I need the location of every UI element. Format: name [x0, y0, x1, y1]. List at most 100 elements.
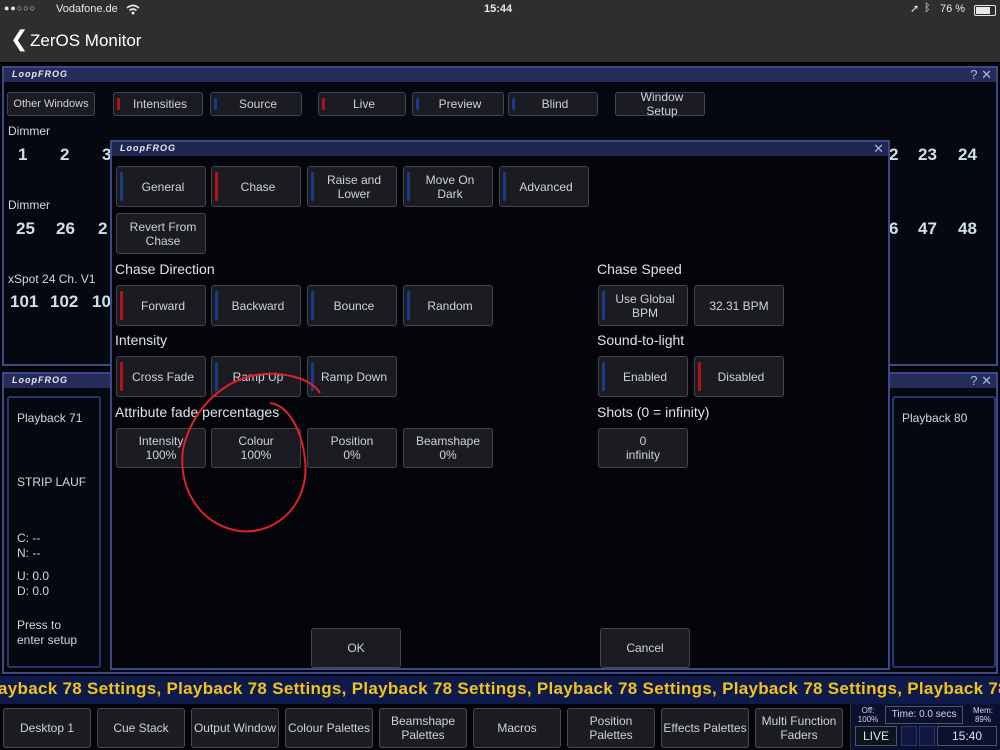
channel-cell[interactable]: 25 — [16, 219, 35, 239]
intensities-button[interactable]: Intensities — [113, 92, 203, 116]
shots-heading: Shots (0 = infinity) — [597, 404, 710, 420]
footer-status: Off: 100% Time: 0.0 secs Mem: 89% LIVE 15:… — [850, 704, 1000, 750]
direction-bounce-button[interactable]: Bounce — [307, 285, 397, 326]
playback-up-time: U: 0.0 — [17, 569, 50, 583]
carrier-label: Vodafone.de — [56, 3, 118, 15]
ok-button[interactable]: OK — [311, 628, 401, 668]
channel-cell[interactable]: 48 — [958, 219, 977, 239]
mem-indicator: Mem: 89% — [973, 706, 993, 724]
live-button[interactable]: Live — [318, 92, 406, 116]
revert-from-chase-button[interactable]: Revert From Chase — [116, 213, 206, 254]
other-windows-button[interactable]: Other Windows — [7, 92, 95, 116]
status-slot — [919, 726, 935, 746]
multi-function-faders-button[interactable]: Multi Function Faders — [755, 708, 843, 748]
channel-cell[interactable]: 6 — [889, 219, 898, 239]
blind-button[interactable]: Blind — [508, 92, 598, 116]
nav-title[interactable]: ZerOS Monitor — [30, 31, 141, 51]
wifi-icon — [126, 4, 140, 15]
cue-stack-button[interactable]: Cue Stack — [97, 708, 185, 748]
tab-general[interactable]: General — [116, 166, 206, 207]
loopfrog-logo: LoopFROG — [12, 69, 68, 79]
channel-cell[interactable]: 47 — [918, 219, 937, 239]
tab-chase[interactable]: Chase — [211, 166, 301, 207]
playback-hint: Press to — [17, 618, 62, 632]
source-button[interactable]: Source — [210, 92, 302, 116]
sound-disabled-button[interactable]: Disabled — [694, 356, 784, 397]
macros-button[interactable]: Macros — [473, 708, 561, 748]
live-indicator[interactable]: LIVE — [855, 726, 897, 746]
sound-enabled-button[interactable]: Enabled — [598, 356, 688, 397]
status-slot — [901, 726, 917, 746]
position-palettes-button[interactable]: Position Palettes — [567, 708, 655, 748]
tab-move-on-dark[interactable]: Move On Dark — [403, 166, 493, 207]
close-icon[interactable]: ✕ — [981, 373, 992, 388]
nav-bar: ❮ ZerOS Monitor — [0, 20, 1000, 62]
channel-cell[interactable]: 2 — [889, 145, 898, 165]
channel-cell[interactable]: 10 — [92, 292, 111, 312]
preview-button[interactable]: Preview — [412, 92, 504, 116]
close-icon[interactable]: ✕ — [981, 67, 992, 82]
channel-cell[interactable]: 23 — [918, 145, 937, 165]
channel-cell[interactable]: 2 — [98, 219, 107, 239]
main-window-titlebar: LoopFROG ? ✕ — [4, 67, 996, 83]
footer-clock: 15:40 — [937, 726, 997, 746]
channel-cell[interactable]: 26 — [56, 219, 75, 239]
output-window-button[interactable]: Output Window — [191, 708, 279, 748]
help-icon[interactable]: ? — [970, 67, 977, 82]
use-global-bpm-button[interactable]: Use Global BPM — [598, 285, 688, 326]
loopfrog-logo: LoopFROG — [120, 143, 176, 153]
intensity-heading: Intensity — [115, 332, 168, 348]
back-chevron-icon[interactable]: ❮ — [10, 26, 28, 52]
channel-cell[interactable]: 1 — [18, 145, 27, 165]
shots-field[interactable]: 0 infinity — [598, 428, 688, 468]
direction-forward-button[interactable]: Forward — [116, 285, 206, 326]
signal-icon: ●●○○○ — [4, 3, 37, 13]
cancel-button[interactable]: Cancel — [600, 628, 690, 668]
direction-backward-button[interactable]: Backward — [211, 285, 301, 326]
annotation-circle — [181, 372, 321, 533]
playback-hint: enter setup — [17, 633, 78, 647]
channel-cell[interactable]: 24 — [958, 145, 977, 165]
playback-panel-80[interactable] — [892, 396, 996, 668]
window-setup-button[interactable]: Window Setup — [615, 90, 705, 118]
tab-raise-and-lower[interactable]: Raise and Lower — [307, 166, 397, 207]
window-controls: ? ✕ — [970, 67, 992, 83]
dimmer-group-label: Dimmer — [8, 124, 50, 138]
channel-cell[interactable]: 2 — [60, 145, 69, 165]
beamshape-palettes-button[interactable]: Beamshape Palettes — [379, 708, 467, 748]
sound-to-light-heading: Sound-to-light — [597, 332, 685, 348]
bluetooth-icon: ᛒ — [924, 2, 931, 14]
status-time: 15:44 — [484, 3, 513, 15]
bpm-field[interactable]: 32.31 BPM — [694, 285, 784, 326]
dialog-titlebar: LoopFROG ✕ — [112, 141, 888, 157]
effects-palettes-button[interactable]: Effects Palettes — [661, 708, 749, 748]
direction-random-button[interactable]: Random — [403, 285, 493, 326]
help-icon[interactable]: ? — [970, 373, 977, 388]
playback-ticker: ayback 78 Settings, Playback 78 Settings… — [0, 676, 1000, 704]
desktop-1-button[interactable]: Desktop 1 — [3, 708, 91, 748]
battery-percent: 76 % — [940, 3, 966, 15]
off-indicator: Off: 100% — [857, 706, 879, 724]
ios-status-bar: ●●○○○ Vodafone.de 15:44 ➚ ᛒ 76 % — [0, 0, 1000, 20]
ticker-text: ayback 78 Settings, Playback 78 Settings… — [0, 679, 1000, 698]
attr-beamshape-field[interactable]: Beamshape 0% — [403, 428, 493, 468]
dialog-close-icon[interactable]: ✕ — [873, 141, 884, 157]
channel-cell[interactable]: 102 — [50, 292, 78, 312]
playback-next: N: -- — [17, 546, 41, 560]
chase-speed-heading: Chase Speed — [597, 261, 682, 277]
time-field[interactable]: Time: 0.0 secs — [885, 706, 963, 724]
playback-title: Playback 80 — [902, 411, 968, 425]
playback-title: Playback 71 — [17, 411, 83, 425]
dimmer-group-label: Dimmer — [8, 198, 50, 212]
playback-down-time: D: 0.0 — [17, 584, 50, 598]
playback-name: STRIP LAUF — [17, 475, 87, 489]
tab-advanced[interactable]: Advanced — [499, 166, 589, 207]
location-icon: ➚ — [910, 3, 920, 15]
fixture-group-label: xSpot 24 Ch. V1 — [8, 272, 96, 286]
playback-cue: C: -- — [17, 531, 41, 545]
channel-cell[interactable]: 101 — [10, 292, 38, 312]
window-controls: ? ✕ — [970, 373, 992, 389]
loopfrog-logo: LoopFROG — [12, 375, 68, 385]
battery-icon — [974, 5, 996, 16]
colour-palettes-button[interactable]: Colour Palettes — [285, 708, 373, 748]
